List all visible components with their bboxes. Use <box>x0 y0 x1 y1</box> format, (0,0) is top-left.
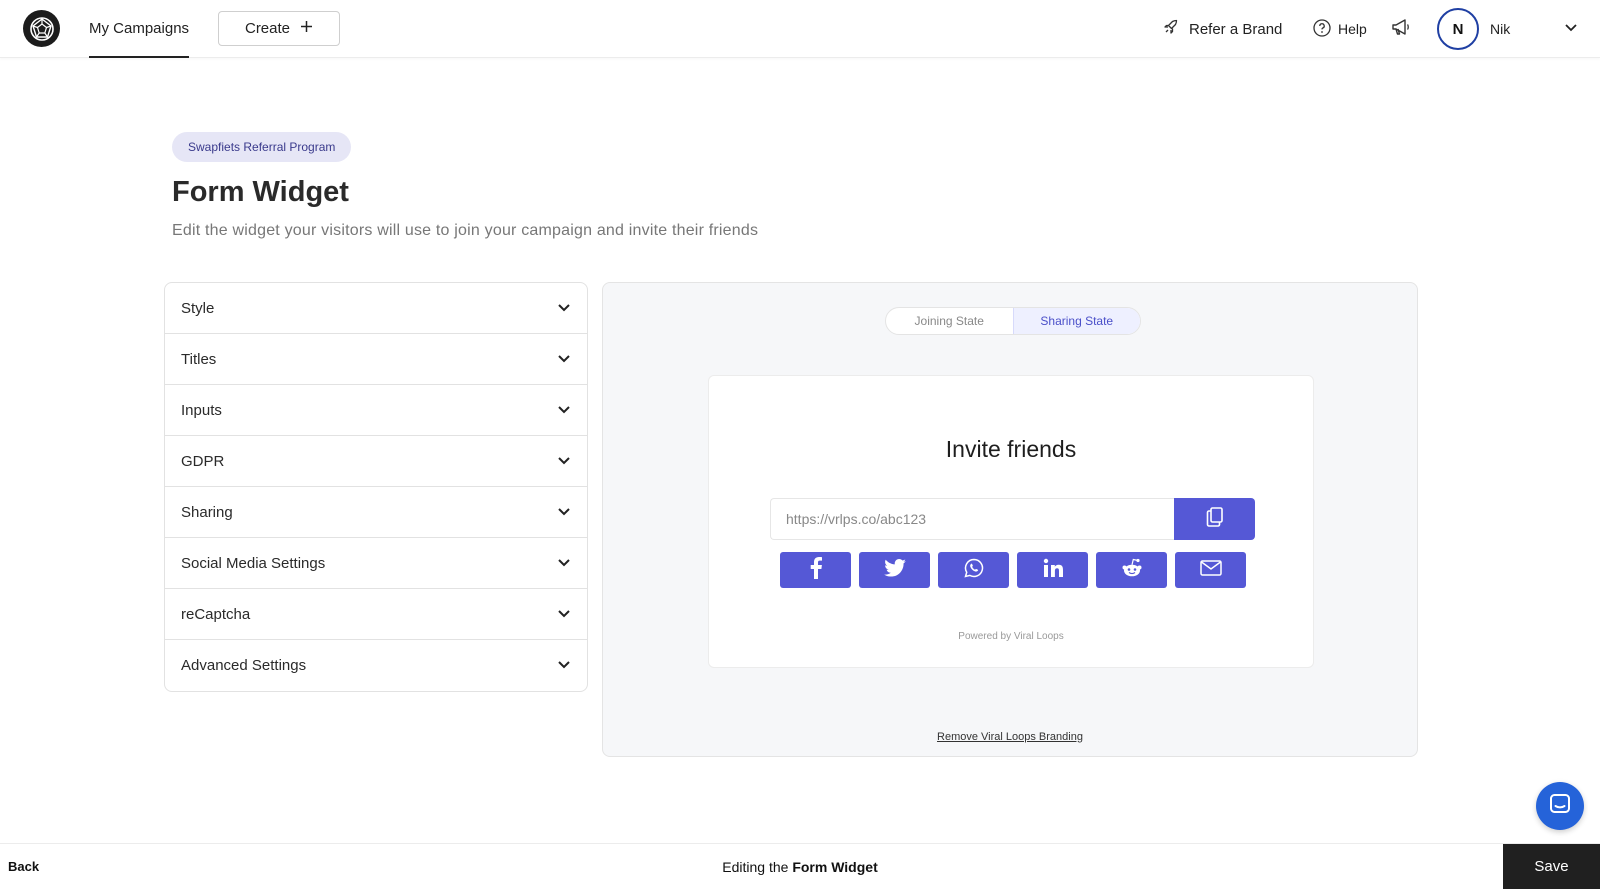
linkedin-icon <box>1043 558 1063 583</box>
share-facebook-button[interactable] <box>780 552 851 588</box>
tab-sharing-state[interactable]: Sharing State <box>1012 308 1140 334</box>
share-linkedin-button[interactable] <box>1017 552 1088 588</box>
accordion-item-titles[interactable]: Titles <box>165 334 587 385</box>
share-buttons <box>780 552 1246 588</box>
campaign-badge: Swapfiets Referral Program <box>172 132 352 162</box>
editing-prefix: Editing the <box>722 858 789 875</box>
chevron-down-icon <box>557 606 571 623</box>
accordion-item-inputs[interactable]: Inputs <box>165 385 587 436</box>
accordion-item-label: reCaptcha <box>181 605 251 623</box>
help-link[interactable]: Help <box>1313 0 1367 58</box>
chat-support-button[interactable] <box>1536 782 1584 830</box>
chat-icon <box>1548 792 1572 821</box>
chevron-down-icon <box>557 504 571 521</box>
accordion-item-social-media-settings[interactable]: Social Media Settings <box>165 538 587 589</box>
viral-loops-logo-icon[interactable] <box>23 10 60 47</box>
accordion-item-recaptcha[interactable]: reCaptcha <box>165 589 587 640</box>
announcements-button[interactable] <box>1391 0 1411 58</box>
page-subtitle: Edit the widget your visitors will use t… <box>172 222 759 239</box>
settings-accordion: Style Titles Inputs GDPR Sharing Social … <box>164 282 588 692</box>
email-icon <box>1199 559 1222 581</box>
tab-joining-state[interactable]: Joining State <box>886 308 1013 334</box>
facebook-icon <box>809 556 823 584</box>
form-widget-preview: Invite friends https://vrlps.co/abc123 P… <box>708 375 1314 668</box>
accordion-item-label: Advanced Settings <box>181 657 307 674</box>
copy-icon <box>1205 506 1225 533</box>
help-circle-icon <box>1313 18 1331 40</box>
chevron-down-icon <box>557 402 571 419</box>
top-navigation-bar: My Campaigns Create Refer a Brand Help N… <box>0 0 1600 58</box>
accordion-item-sharing[interactable]: Sharing <box>165 487 587 538</box>
accordion-item-label: GDPR <box>181 452 225 470</box>
share-twitter-button[interactable] <box>859 552 930 588</box>
accordion-item-label: Style <box>181 299 215 317</box>
accordion-item-advanced-settings[interactable]: Advanced Settings <box>165 640 587 691</box>
widget-title: Invite friends <box>945 436 1077 462</box>
accordion-item-gdpr[interactable]: GDPR <box>165 436 587 487</box>
chevron-down-icon <box>557 657 571 674</box>
chevron-down-icon <box>557 453 571 470</box>
refer-a-brand-label: Refer a Brand <box>1189 20 1283 38</box>
share-reddit-button[interactable] <box>1096 552 1167 588</box>
username-label[interactable]: Nik <box>1490 0 1510 58</box>
tab-my-campaigns-label: My Campaigns <box>89 19 190 37</box>
rocket-icon <box>1163 19 1179 39</box>
chevron-down-icon[interactable] <box>1564 20 1578 41</box>
accordion-item-label: Sharing <box>181 503 233 521</box>
widget-preview-panel: Joining State Sharing State Invite frien… <box>602 282 1418 757</box>
accordion-item-style[interactable]: Style <box>165 283 587 334</box>
accordion-item-label: Social Media Settings <box>181 554 326 572</box>
state-toggle: Joining State Sharing State <box>885 307 1141 335</box>
create-button-label: Create <box>244 20 291 37</box>
save-button[interactable]: Save <box>1503 844 1600 889</box>
page-title: Form Widget <box>172 176 349 208</box>
avatar[interactable]: N <box>1437 8 1479 50</box>
referral-link-field[interactable]: https://vrlps.co/abc123 <box>770 498 1174 540</box>
chevron-down-icon <box>557 555 571 572</box>
powered-by-label: Powered by Viral Loops <box>958 631 1064 642</box>
editing-status: Editing the Form Widget <box>0 844 1600 889</box>
share-email-button[interactable] <box>1175 552 1246 588</box>
remove-branding-link[interactable]: Remove Viral Loops Branding <box>603 731 1417 743</box>
editing-subject: Form Widget <box>792 858 878 875</box>
help-label: Help <box>1338 21 1367 37</box>
refer-a-brand-link[interactable]: Refer a Brand <box>1163 0 1282 58</box>
chevron-down-icon <box>557 351 571 368</box>
whatsapp-icon <box>963 558 984 583</box>
accordion-item-label: Titles <box>181 350 217 368</box>
chevron-down-icon <box>557 300 571 317</box>
megaphone-icon <box>1391 18 1411 40</box>
share-whatsapp-button[interactable] <box>938 552 1009 588</box>
bottom-action-bar: Back Editing the Form Widget Save <box>0 843 1600 889</box>
avatar-initial: N <box>1452 20 1464 38</box>
reddit-icon <box>1121 558 1143 583</box>
create-button[interactable]: Create <box>218 11 340 46</box>
twitter-icon <box>883 558 906 582</box>
plus-icon <box>300 20 313 37</box>
accordion-item-label: Inputs <box>181 401 222 419</box>
copy-link-button[interactable] <box>1174 498 1255 540</box>
tab-my-campaigns[interactable]: My Campaigns <box>89 0 190 58</box>
